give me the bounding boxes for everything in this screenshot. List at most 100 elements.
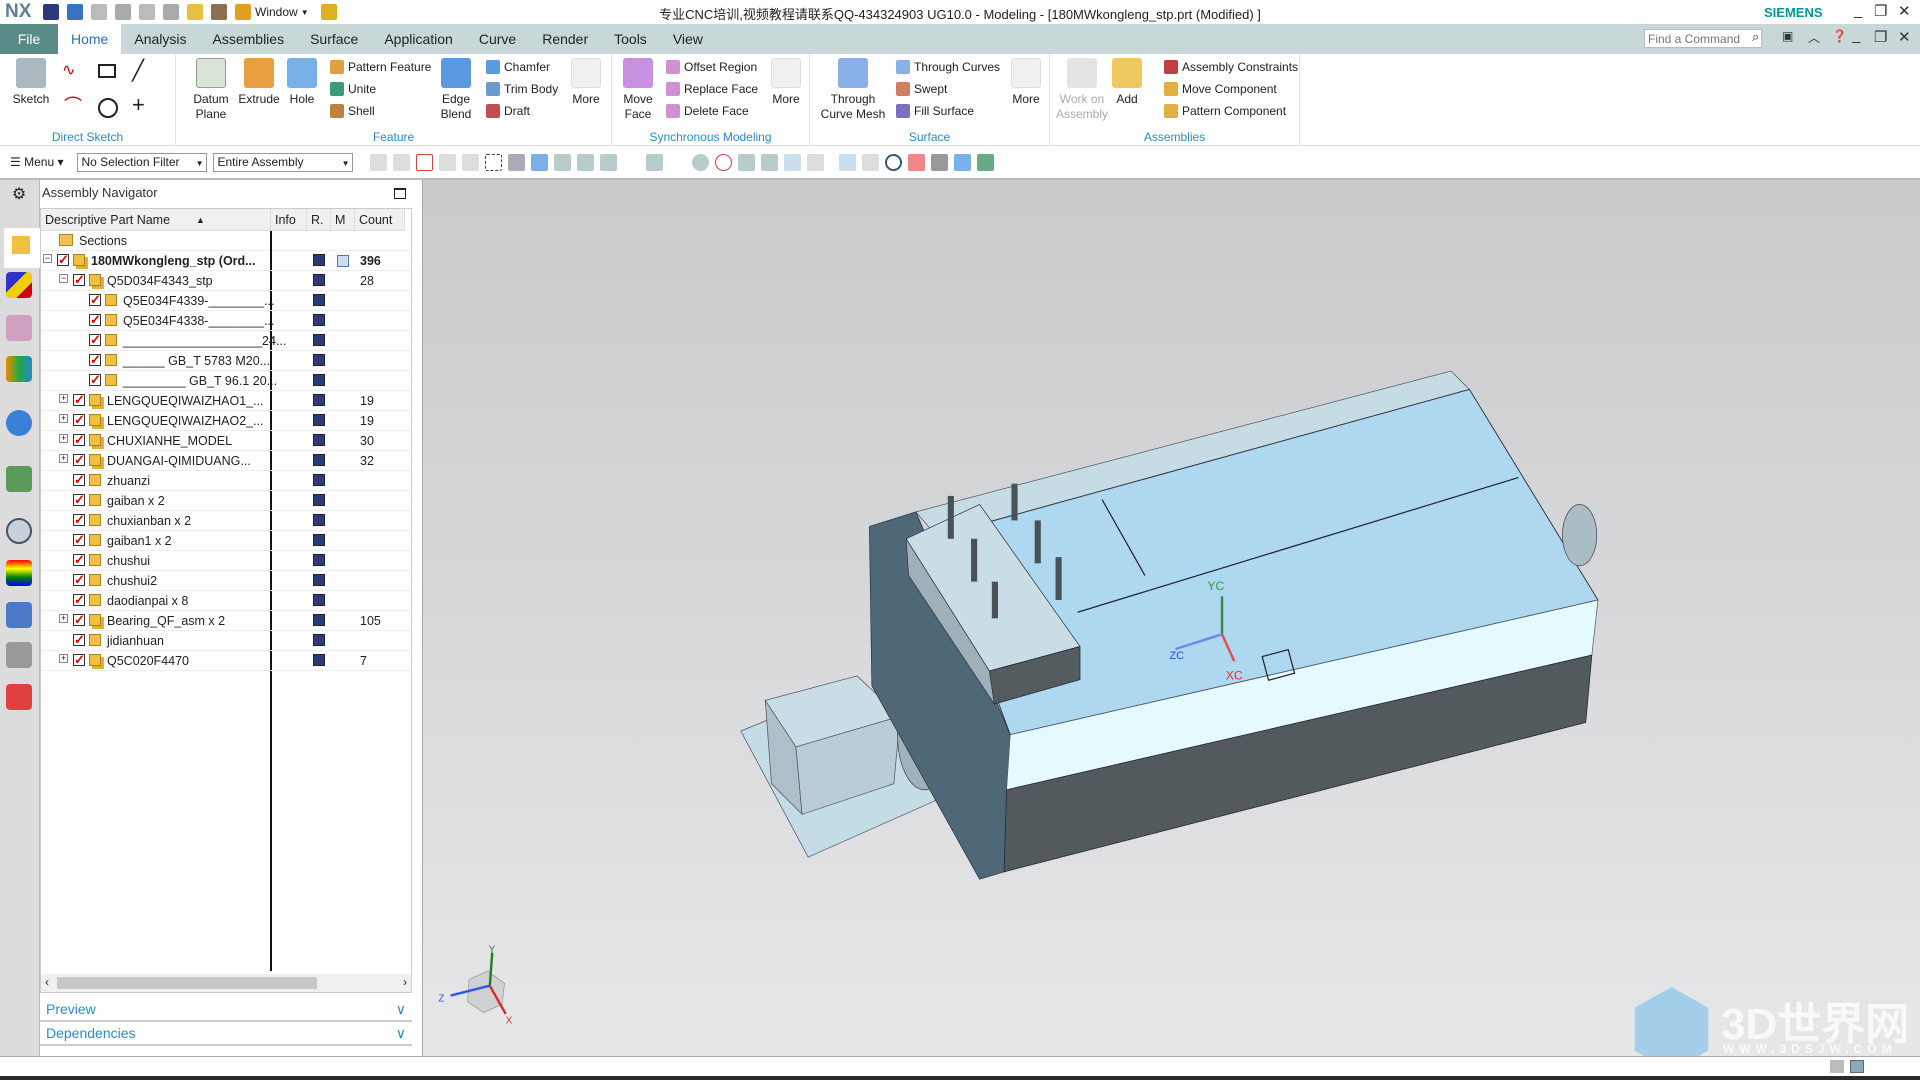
tab-analysis[interactable]: Analysis: [121, 24, 199, 54]
visibility-checkbox[interactable]: ✓: [89, 313, 101, 326]
preview-panel-header[interactable]: Preview ∨: [40, 998, 412, 1022]
snap-curve-icon[interactable]: [623, 154, 640, 171]
delete-face-button[interactable]: Delete Face: [666, 102, 749, 120]
assembly-navigator-tab[interactable]: [4, 228, 40, 268]
tree-row[interactable]: ✓ zhuanzi: [41, 471, 411, 491]
expand-icon[interactable]: +: [59, 454, 68, 463]
feature-more-button[interactable]: More: [568, 58, 604, 107]
menu-button[interactable]: ☰ Menu ▾: [10, 155, 63, 169]
snap-line-icon[interactable]: [600, 153, 618, 171]
unite-button[interactable]: Unite: [330, 80, 376, 98]
web-browser-icon[interactable]: [6, 466, 32, 492]
restore-icon[interactable]: ❐: [1874, 2, 1887, 20]
pattern-feature-button[interactable]: Pattern Feature: [330, 58, 431, 76]
grid-icon[interactable]: [807, 153, 825, 171]
visibility-checkbox[interactable]: ✓: [73, 473, 85, 486]
collapse-ribbon-icon[interactable]: ︿: [1808, 29, 1820, 46]
scroll-left-icon[interactable]: ‹: [45, 975, 49, 989]
arc-icon[interactable]: ⌒: [64, 92, 82, 118]
tree-row[interactable]: ✓ ______ GB_T 5783 M20...: [41, 351, 411, 371]
tab-home[interactable]: Home: [58, 24, 122, 54]
trim-body-button[interactable]: Trim Body: [486, 80, 558, 98]
tree-row[interactable]: + ✓ Q5C020F4470 7: [41, 651, 411, 671]
sync-more-button[interactable]: More: [768, 58, 804, 107]
tree-row[interactable]: ✓ jidianhuan: [41, 631, 411, 651]
rotate-icon[interactable]: [885, 153, 903, 171]
save-icon[interactable]: [43, 4, 59, 20]
expand-icon[interactable]: +: [59, 654, 68, 663]
rendering-style-icon[interactable]: [931, 153, 949, 171]
doc-minimize-icon[interactable]: _: [1852, 27, 1860, 44]
window-menu[interactable]: Window: [255, 5, 298, 19]
visibility-checkbox[interactable]: ✓: [73, 613, 85, 626]
circle-icon[interactable]: [98, 98, 118, 118]
snap-midpoint-icon[interactable]: [577, 153, 595, 171]
edge-blend-button[interactable]: Edge Blend: [434, 58, 478, 122]
view-cube-icon[interactable]: [954, 153, 972, 171]
visibility-checkbox[interactable]: ✓: [57, 253, 69, 266]
column-header-m[interactable]: M: [331, 209, 355, 231]
point-icon[interactable]: +: [132, 92, 145, 118]
hole-button[interactable]: Hole: [284, 58, 320, 107]
offset-region-button[interactable]: Offset Region: [666, 58, 757, 76]
add-component-button[interactable]: Add: [1112, 58, 1142, 107]
constraint-navigator-icon[interactable]: [6, 272, 32, 298]
deselect-icon[interactable]: [439, 153, 457, 171]
column-header-r[interactable]: R.: [307, 209, 331, 231]
redo-icon[interactable]: [91, 4, 107, 20]
fullscreen-icon[interactable]: ▣: [1782, 29, 1793, 43]
tree-row[interactable]: ✓ Q5E034F4338-________...: [41, 311, 411, 331]
select-all-icon[interactable]: [462, 153, 480, 171]
work-on-assembly-button[interactable]: Work on Assembly: [1056, 58, 1108, 122]
type-filter-icon[interactable]: [416, 153, 434, 171]
selection-filter-dropdown[interactable]: No Selection Filter: [77, 152, 208, 172]
selection-scope-dropdown[interactable]: Entire Assembly: [213, 152, 354, 172]
tree-row[interactable]: ✓ _________ GB_T 96.1 20...: [41, 371, 411, 391]
repeat-command-icon[interactable]: [211, 4, 227, 20]
visibility-checkbox[interactable]: ✓: [73, 573, 85, 586]
visibility-checkbox[interactable]: ✓: [73, 433, 85, 446]
selection-mode-icon[interactable]: [1830, 1060, 1844, 1073]
visibility-checkbox[interactable]: ✓: [73, 453, 85, 466]
tab-render[interactable]: Render: [529, 24, 601, 54]
minimize-icon[interactable]: _: [1854, 2, 1862, 19]
window-icon[interactable]: [235, 4, 251, 20]
tab-view[interactable]: View: [660, 24, 716, 54]
help-icon[interactable]: ❓: [1832, 29, 1847, 43]
tree-row[interactable]: ✓ chushui2: [41, 571, 411, 591]
snap-intersection-icon[interactable]: [646, 153, 664, 171]
fit-icon[interactable]: [839, 153, 857, 171]
close-icon[interactable]: ✕: [1898, 2, 1911, 20]
graphics-window[interactable]: YC XC ZC Y X Z 3D世界网 WWW.3DSJW.COM: [423, 180, 1920, 1072]
draft-button[interactable]: Draft: [486, 102, 530, 120]
snap-icon[interactable]: [370, 153, 388, 171]
through-curves-button[interactable]: Through Curves: [896, 58, 1000, 76]
snap-quadrant-icon[interactable]: [715, 153, 733, 171]
reuse-library-icon[interactable]: [6, 356, 32, 382]
snap-face-icon[interactable]: [784, 153, 802, 171]
chamfer-button[interactable]: Chamfer: [486, 58, 550, 76]
paste-icon[interactable]: [163, 4, 179, 20]
visibility-checkbox[interactable]: ✓: [73, 393, 85, 406]
roles-icon[interactable]: [6, 642, 32, 668]
visibility-checkbox[interactable]: ✓: [89, 353, 101, 366]
gear-icon[interactable]: ⚙: [6, 184, 32, 210]
customize-icon[interactable]: [320, 4, 337, 20]
snap-endpoint-icon[interactable]: [554, 153, 572, 171]
column-header-name[interactable]: Descriptive Part Name ▲: [41, 209, 271, 231]
swept-button[interactable]: Swept: [896, 80, 947, 98]
profile-icon[interactable]: ∿: [62, 60, 86, 82]
part-navigator-icon[interactable]: [6, 315, 32, 341]
visibility-checkbox[interactable]: ✓: [73, 513, 85, 526]
visibility-checkbox[interactable]: ✓: [89, 373, 101, 386]
visibility-checkbox[interactable]: ✓: [73, 633, 85, 646]
zoom-icon[interactable]: [862, 153, 880, 171]
horizontal-scrollbar[interactable]: ‹ ›: [41, 974, 411, 992]
pattern-component-button[interactable]: Pattern Component: [1164, 102, 1286, 120]
cut-icon[interactable]: [115, 4, 131, 20]
visibility-checkbox[interactable]: ✓: [73, 493, 85, 506]
visibility-checkbox[interactable]: ✓: [73, 273, 85, 286]
visibility-checkbox[interactable]: ✓: [89, 293, 101, 306]
tree-row[interactable]: + ✓ Bearing_QF_asm x 2 105: [41, 611, 411, 631]
visibility-checkbox[interactable]: ✓: [73, 653, 85, 666]
